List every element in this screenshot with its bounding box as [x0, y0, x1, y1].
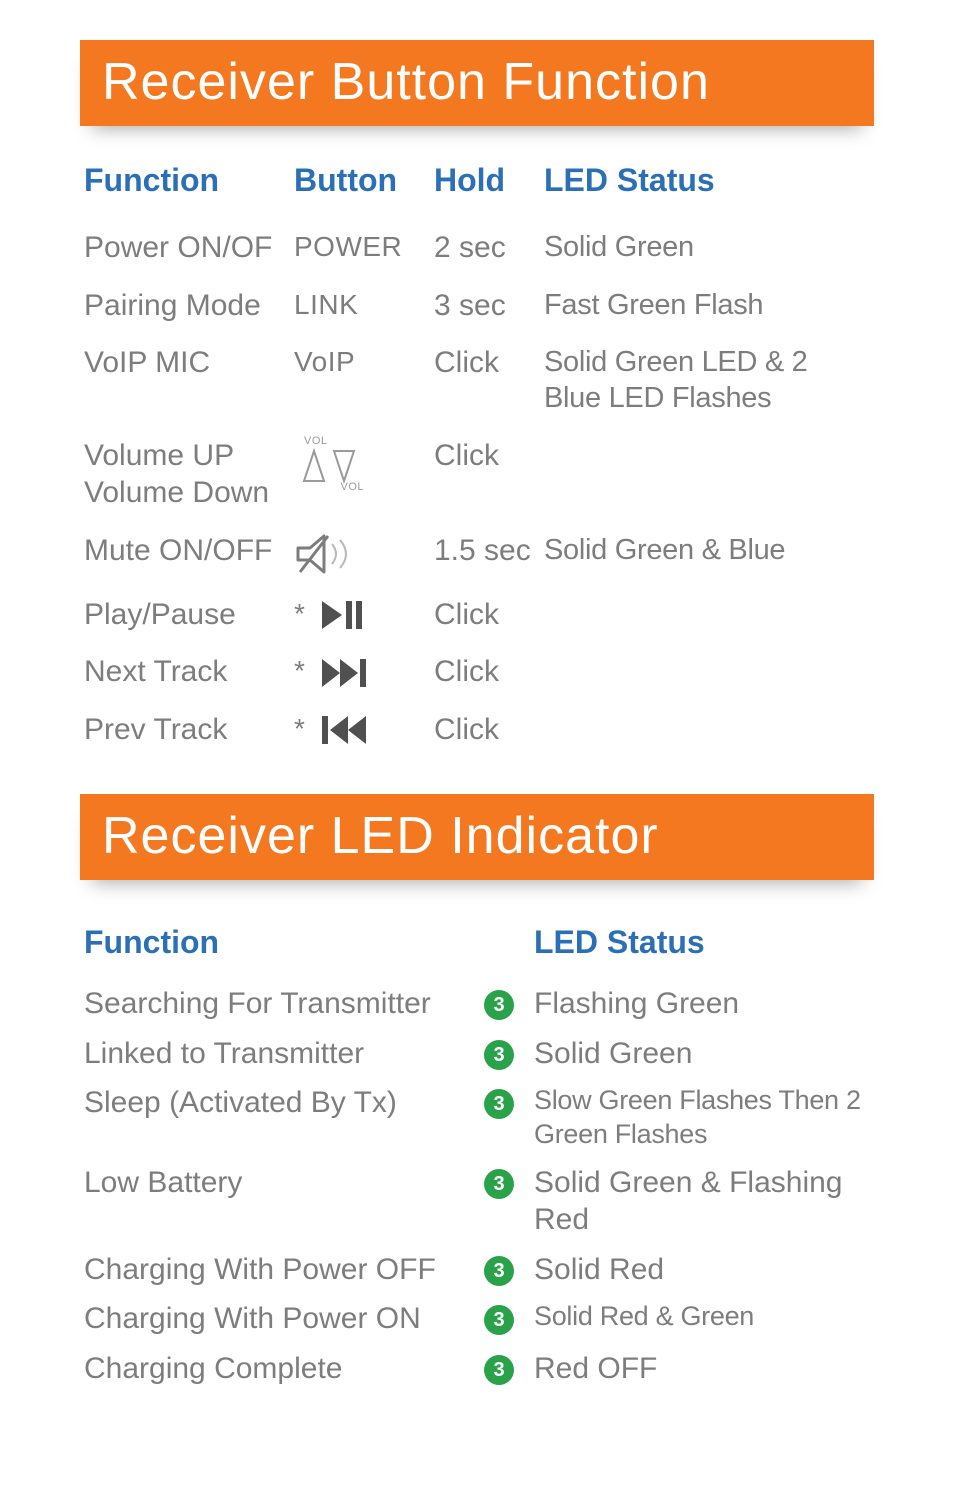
led-number-badge-icon: 3 — [484, 990, 514, 1020]
button-cell: * — [290, 586, 430, 644]
badge-cell: 3 — [480, 1245, 530, 1295]
section1-title: Receiver Button Function — [102, 53, 710, 111]
table-row: Mute ON/OFF 1.5 sec Solid Green & Blue — [80, 522, 874, 586]
section1-banner: Receiver Button Function — [80, 40, 874, 126]
next-track-icon — [320, 655, 368, 686]
led-cell — [540, 586, 874, 644]
button-cell: VoIP — [290, 334, 430, 427]
led-number-badge-icon: 3 — [484, 1256, 514, 1286]
badge-cell: 3 — [480, 1158, 530, 1245]
fn-cell: Mute ON/OFF — [80, 522, 290, 586]
led-cell: Solid Green & Flashing Red — [530, 1158, 874, 1245]
fn-cell: Low Battery — [80, 1158, 480, 1245]
led-cell: Solid Green & Blue — [540, 522, 874, 586]
page: Receiver Button Function Function Button… — [0, 0, 954, 1453]
hold-cell: 1.5 sec — [430, 522, 540, 586]
asterisk: * — [294, 655, 311, 686]
led-cell: Slow Green Flashes Then 2 Green Flashes — [530, 1078, 874, 1158]
mute-icon — [294, 536, 358, 567]
button-cell: LINK — [290, 277, 430, 335]
hold-cell: 3 sec — [430, 277, 540, 335]
hold-cell: Click — [430, 643, 540, 701]
fn-cell: Charging With Power ON — [80, 1294, 480, 1344]
asterisk: * — [294, 598, 311, 629]
header-function: Function — [80, 910, 480, 979]
button-function-table: Function Button Hold LED Status Power ON… — [80, 156, 874, 758]
led-number-badge-icon: 3 — [484, 1355, 514, 1385]
table-row: Charging With Power OFF 3 Solid Red — [80, 1245, 874, 1295]
badge-cell: 3 — [480, 1344, 530, 1394]
led-cell: Solid Green — [540, 219, 874, 277]
fn-cell: Next Track — [80, 643, 290, 701]
table-header-row: Function LED Status — [80, 910, 874, 979]
led-cell — [540, 643, 874, 701]
table-row: Charging Complete 3 Red OFF — [80, 1344, 874, 1394]
fn-cell: Volume UP Volume Down — [80, 427, 290, 522]
hold-cell: Click — [430, 427, 540, 522]
volume-arrows-icon: VOL VOL — [294, 437, 364, 493]
table-row: Pairing Mode LINK 3 sec Fast Green Flash — [80, 277, 874, 335]
table-row: Searching For Transmitter 3 Flashing Gre… — [80, 979, 874, 1029]
fn-cell: Charging Complete — [80, 1344, 480, 1394]
table-row: Sleep (Activated By Tx) 3 Slow Green Fla… — [80, 1078, 874, 1158]
button-cell: * — [290, 701, 430, 759]
button-cell: * — [290, 643, 430, 701]
fn-cell: Sleep (Activated By Tx) — [80, 1078, 480, 1158]
fn-cell: Play/Pause — [80, 586, 290, 644]
fn-cell: Searching For Transmitter — [80, 979, 480, 1029]
badge-cell: 3 — [480, 1029, 530, 1079]
header-led: LED Status — [530, 910, 874, 979]
badge-cell: 3 — [480, 1078, 530, 1158]
hold-cell: Click — [430, 586, 540, 644]
led-cell: Red OFF — [530, 1344, 874, 1394]
fn-cell: Linked to Transmitter — [80, 1029, 480, 1079]
led-number-badge-icon: 3 — [484, 1089, 514, 1119]
header-button: Button — [290, 156, 430, 219]
table-row: Volume UP Volume Down VOL VOL Click — [80, 427, 874, 522]
led-number-badge-icon: 3 — [484, 1040, 514, 1070]
led-cell — [540, 701, 874, 759]
led-indicator-table: Function LED Status Searching For Transm… — [80, 910, 874, 1393]
hold-cell: Click — [430, 701, 540, 759]
badge-cell: 3 — [480, 979, 530, 1029]
header-hold: Hold — [430, 156, 540, 219]
led-cell — [540, 427, 874, 522]
table-row: Charging With Power ON 3 Solid Red & Gre… — [80, 1294, 874, 1344]
fn-cell: Power ON/OF — [80, 219, 290, 277]
led-cell: Solid Green LED & 2 Blue LED Flashes — [540, 334, 874, 427]
section2-title: Receiver LED Indicator — [102, 807, 659, 865]
button-cell — [290, 522, 430, 586]
header-led: LED Status — [540, 156, 874, 219]
led-cell: Solid Red — [530, 1245, 874, 1295]
table-row: Low Battery 3 Solid Green & Flashing Red — [80, 1158, 874, 1245]
table-row: Next Track * Click — [80, 643, 874, 701]
table-row: Power ON/OF POWER 2 sec Solid Green — [80, 219, 874, 277]
led-cell: Solid Green — [530, 1029, 874, 1079]
button-cell: POWER — [290, 219, 430, 277]
header-blank — [480, 910, 530, 979]
fn-cell: Charging With Power OFF — [80, 1245, 480, 1295]
asterisk: * — [294, 713, 311, 744]
play-pause-icon — [320, 598, 364, 629]
led-cell: Solid Red & Green — [530, 1294, 874, 1344]
table-row: Linked to Transmitter 3 Solid Green — [80, 1029, 874, 1079]
section2-banner: Receiver LED Indicator — [80, 794, 874, 880]
table-row: Prev Track * Click — [80, 701, 874, 759]
led-cell: Flashing Green — [530, 979, 874, 1029]
badge-cell: 3 — [480, 1294, 530, 1344]
led-number-badge-icon: 3 — [484, 1305, 514, 1335]
header-function: Function — [80, 156, 290, 219]
fn-cell: VoIP MIC — [80, 334, 290, 427]
button-cell: VOL VOL — [290, 427, 430, 522]
led-cell: Fast Green Flash — [540, 277, 874, 335]
hold-cell: 2 sec — [430, 219, 540, 277]
fn-cell: Pairing Mode — [80, 277, 290, 335]
prev-track-icon — [320, 713, 368, 744]
fn-cell: Prev Track — [80, 701, 290, 759]
table-row: Play/Pause * Click — [80, 586, 874, 644]
table-row: VoIP MIC VoIP Click Solid Green LED & 2 … — [80, 334, 874, 427]
hold-cell: Click — [430, 334, 540, 427]
table-header-row: Function Button Hold LED Status — [80, 156, 874, 219]
led-number-badge-icon: 3 — [484, 1169, 514, 1199]
